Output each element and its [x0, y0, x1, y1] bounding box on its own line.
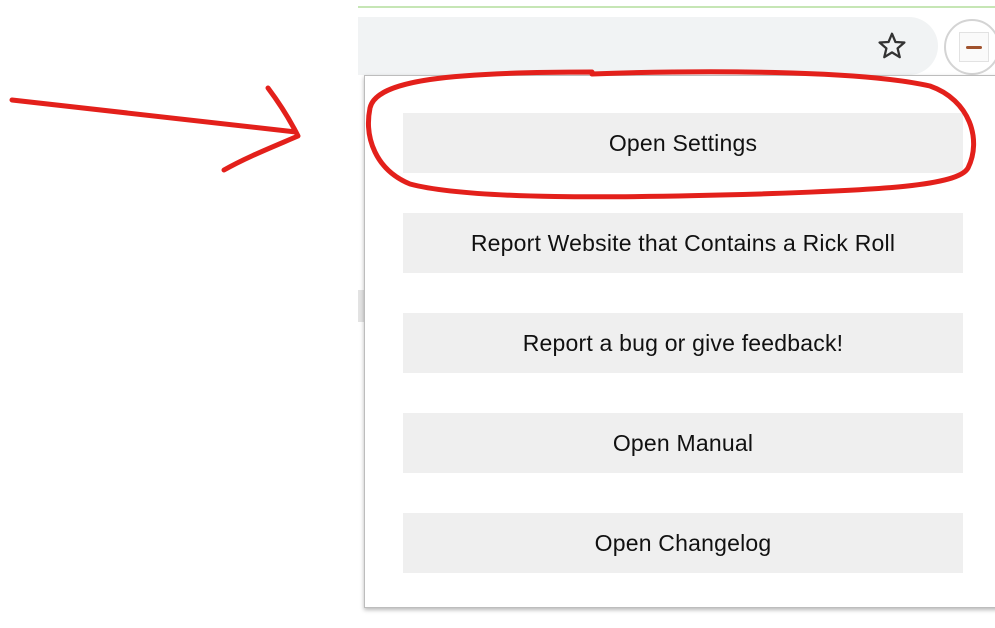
report-bug-button[interactable]: Report a bug or give feedback!	[403, 313, 963, 373]
open-settings-button[interactable]: Open Settings	[403, 113, 963, 173]
address-bar[interactable]	[358, 17, 938, 75]
star-outline-icon[interactable]	[876, 30, 908, 62]
extension-icon	[959, 32, 989, 62]
open-changelog-button[interactable]: Open Changelog	[403, 513, 963, 573]
arrow-icon	[9, 85, 301, 173]
open-manual-button[interactable]: Open Manual	[403, 413, 963, 473]
page-load-indicator	[358, 6, 995, 8]
extension-button[interactable]	[944, 19, 995, 75]
extension-popup: Open Settings Report Website that Contai…	[364, 75, 995, 608]
report-rick-roll-button[interactable]: Report Website that Contains a Rick Roll	[403, 213, 963, 273]
